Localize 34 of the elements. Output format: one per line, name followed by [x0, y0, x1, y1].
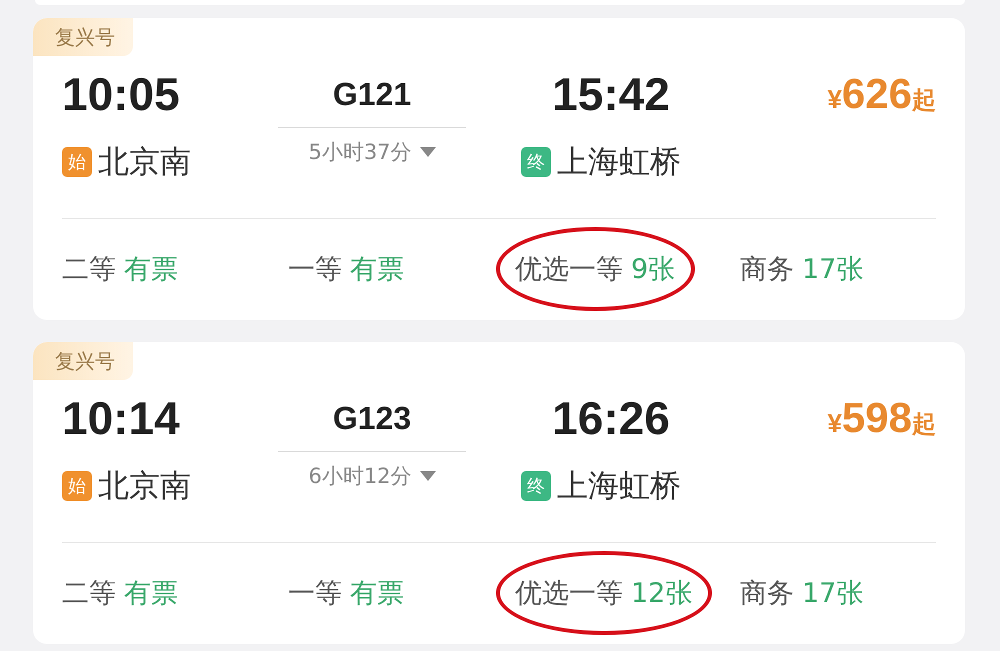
duration-toggle[interactable]: 5小时37分: [278, 127, 466, 166]
seat-availability: 二等 有票: [62, 253, 178, 287]
train-number: G123: [332, 400, 412, 436]
price: ¥626起: [827, 70, 936, 118]
train-card[interactable]: 复兴号 10:05 G121 15:42 ¥626起 始 北京南 5小时37分 终 上海虹桥 二等 有票 一等 有票 优选一等 9张 商务 17张: [33, 18, 965, 320]
station-tag: 终: [521, 471, 551, 501]
duration-toggle[interactable]: 6小时12分: [278, 451, 466, 490]
seat-availability: 商务 17张: [740, 253, 864, 287]
departure-time: 10:14: [62, 395, 181, 441]
train-type-badge: 复兴号: [33, 342, 133, 380]
departure-time: 10:05: [62, 71, 181, 117]
seat-availability: 优选一等 9张: [515, 251, 676, 287]
duration: 5小时37分: [308, 139, 412, 166]
arrival-time: 15:42: [551, 71, 670, 117]
seat-availability: 优选一等 12张: [515, 575, 692, 611]
station-name: 北京南: [98, 467, 191, 506]
station-tag: 终: [521, 147, 551, 177]
price: ¥598起: [827, 394, 936, 442]
train-number: G121: [332, 76, 412, 112]
seat-availability: 一等 有票: [288, 577, 404, 611]
train-type-badge: 复兴号: [33, 18, 133, 56]
station-name: 上海虹桥: [557, 143, 681, 182]
caret-icon: [420, 147, 436, 157]
station-tag: 始: [62, 471, 92, 501]
train-card[interactable]: 复兴号 10:14 G123 16:26 ¥598起 始 北京南 6小时12分 终 上海虹桥 二等 有票 一等 有票 优选一等 12张 商务 17张: [33, 342, 965, 644]
seat-availability: 一等 有票: [288, 253, 404, 287]
station-tag: 始: [62, 147, 92, 177]
seat-availability: 二等 有票: [62, 577, 178, 611]
station-name: 北京南: [98, 143, 191, 182]
arrival-time: 16:26: [551, 395, 670, 441]
duration: 6小时12分: [308, 463, 412, 490]
station-name: 上海虹桥: [557, 467, 681, 506]
seat-availability: 商务 17张: [740, 577, 864, 611]
caret-icon: [420, 471, 436, 481]
